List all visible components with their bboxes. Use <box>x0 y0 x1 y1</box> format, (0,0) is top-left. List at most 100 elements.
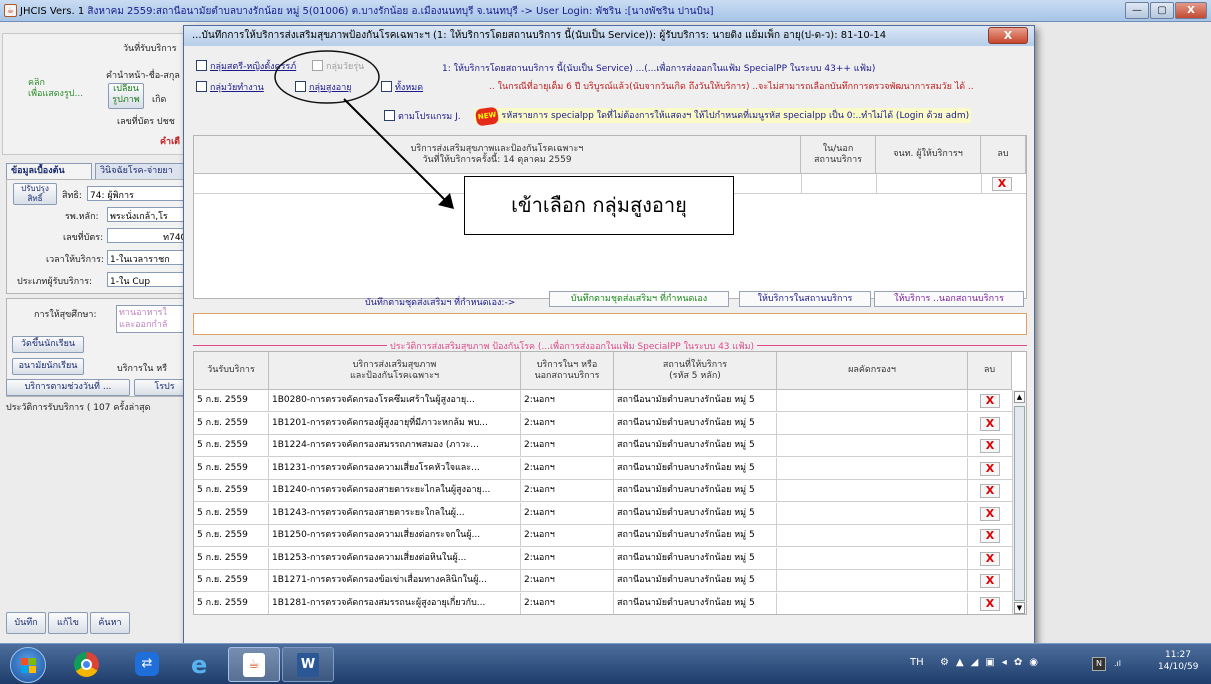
arrow-annotation <box>343 98 454 209</box>
main-close-button[interactable]: X <box>1175 2 1207 19</box>
delete-history-button[interactable]: X <box>980 484 1000 498</box>
cell-place: 2:นอกฯ <box>521 480 614 501</box>
cell-location: สถานีอนามัยตำบลบางรักน้อย หมู่ 5 <box>614 390 777 411</box>
history-row[interactable]: 5 ก.ย. 2559 1B1231-การตรวจคัดกรองความเสี่… <box>194 457 1012 480</box>
history-row[interactable]: 5 ก.ย. 2559 1B1250-การตรวจคัดกรองความเสี่… <box>194 525 1012 547</box>
windows-logo-icon <box>29 666 36 673</box>
specialpp-code-note: NEW รหัสรายการ specialpp ใดที่ไม่ต้องการใ… <box>474 106 972 127</box>
tab-diagnosis[interactable]: วินิจฉัยโรค-จ่ายยา <box>95 163 195 179</box>
cell-place: 2:นอกฯ <box>521 570 614 591</box>
search-button[interactable]: ค้นหา <box>90 612 130 634</box>
update-rights-button[interactable]: ปรับปรุง สิทธิ์ <box>13 183 57 205</box>
main-hospital-field[interactable]: พระนั่งเกล้า,โร <box>107 207 195 222</box>
checkbox-working-age[interactable]: กลุ่มวัยทำงาน <box>196 81 264 95</box>
cell-service: 1B1201-การตรวจคัดกรองผู้สูงอายุที่มีภาวะ… <box>269 412 521 434</box>
history-col-place: บริการในฯ หรือ นอกสถานบริการ <box>521 352 614 390</box>
rights-label: สิทธิ: <box>62 191 82 201</box>
history-row[interactable]: 5 ก.ย. 2559 1B1201-การตรวจคัดกรองผู้สูงอา… <box>194 412 1012 435</box>
history-row[interactable]: 5 ก.ย. 2559 1B0280-การตรวจคัดกรองโรคซึมเศ… <box>194 390 1012 412</box>
col-header-service: บริการส่งเสริมสุขภาพและป้องกันโรคเฉพาะฯ … <box>194 136 801 174</box>
language-indicator[interactable]: TH <box>910 657 924 668</box>
scroll-thumb[interactable] <box>1014 406 1025 601</box>
delete-history-button[interactable]: X <box>980 551 1000 566</box>
patient-type-field[interactable]: 1-ใน Cup <box>107 272 195 287</box>
age-warning-note: .. ในกรณีที่อายุเต็ม 6 ปี บริบูรณ์แล้ว(น… <box>489 82 974 92</box>
in-facility-button[interactable]: ให้บริการในสถานบริการ <box>739 291 871 307</box>
history-row[interactable]: 5 ก.ย. 2559 1B1253-การตรวจคัดกรองความเสี่… <box>194 547 1012 570</box>
rights-field[interactable]: 74: ผู้พิการ <box>87 186 195 201</box>
health-ed-label: การให้สุขศึกษา: <box>34 310 97 320</box>
cell-service: 1B1253-การตรวจคัดกรองความเสี่ยงต่อหินในผ… <box>269 547 521 569</box>
delete-history-button[interactable]: X <box>980 529 1000 543</box>
cell-place: 2:นอกฯ <box>521 592 614 614</box>
windows-taskbar: ⇄ e ☕ W TH ⚙▲◢▣◂✿◉ N .ıl 11:27 14/10/59 <box>0 643 1211 684</box>
checkbox-all[interactable]: ทั้งหมด <box>381 81 423 95</box>
dialog-close-button[interactable]: X <box>988 27 1028 44</box>
chrome-icon[interactable] <box>62 647 114 682</box>
signal-icon: .ıl <box>1114 659 1121 668</box>
measure-students-button[interactable]: วัดขึ้นนักเรียน <box>12 336 84 353</box>
service-time-field[interactable]: 1-ในเวลาราชก <box>107 250 195 265</box>
teamviewer-icon[interactable]: ⇄ <box>122 647 174 682</box>
clock[interactable]: 11:27 14/10/59 <box>1158 649 1198 673</box>
custom-set-button[interactable]: บันทึกตามชุดส่งเสริมฯ ที่กำหนดเอง <box>549 291 729 307</box>
cell-date: 5 ก.ย. 2559 <box>194 390 269 411</box>
change-photo-button[interactable]: เปลี่ยน รูปภาพ <box>108 83 144 109</box>
edit-button[interactable]: แก้ไข <box>48 612 88 634</box>
cell-date: 5 ก.ย. 2559 <box>194 547 269 569</box>
cell-location: สถานีอนามัยตำบลบางรักน้อย หมู่ 5 <box>614 457 777 479</box>
orange-info-box <box>193 313 1027 335</box>
cell-date: 5 ก.ย. 2559 <box>194 457 269 479</box>
main-title-text: JHCIS Vers. 1 สิงหาคม 2559:สถานีอนามัยตำ… <box>20 6 714 17</box>
school-health-button[interactable]: อนามัยนักเรียน <box>12 358 84 375</box>
outside-facility-button[interactable]: ให้บริการ ..นอกสถานบริการ <box>874 291 1024 307</box>
minimize-button[interactable]: — <box>1125 2 1149 19</box>
history-row[interactable]: 5 ก.ย. 2559 1B1240-การตรวจคัดกรองสายตาระย… <box>194 480 1012 502</box>
tray-icons[interactable]: ⚙▲◢▣◂✿◉ <box>940 657 1045 668</box>
history-row[interactable]: 5 ก.ย. 2559 1B1224-การตรวจคัดกรองสมรรถภาพ… <box>194 435 1012 457</box>
cell-date: 5 ก.ย. 2559 <box>194 525 269 546</box>
cell-place: 2:นอกฯ <box>521 412 614 434</box>
delete-history-button[interactable]: X <box>980 394 1000 408</box>
click-photo-text[interactable]: คลิ๊ก เพื่อแสดงรูป... <box>28 78 88 100</box>
ie-icon[interactable]: e <box>178 647 230 682</box>
card-number-field[interactable]: ท7400 <box>107 228 195 243</box>
history-row[interactable]: 5 ก.ย. 2559 1B1271-การตรวจคัดกรองข้อเข่าเ… <box>194 570 1012 592</box>
start-button-icon[interactable] <box>10 647 46 683</box>
delete-history-button[interactable]: X <box>980 574 1000 588</box>
cell-location: สถานีอนามัยตำบลบางรักน้อย หมู่ 5 <box>614 502 777 524</box>
cell-result <box>777 390 968 411</box>
history-row[interactable]: 5 ก.ย. 2559 1B1281-การตรวจคัดกรองสมรรถนะผ… <box>194 592 1012 614</box>
checkbox-box[interactable] <box>381 81 392 92</box>
word-icon[interactable]: W <box>282 647 334 682</box>
delete-history-button[interactable]: X <box>980 439 1000 453</box>
cell-result <box>777 570 968 591</box>
cell-service: 1B0280-การตรวจคัดกรองโรคซึมเศร้าในผู้สูง… <box>269 390 521 411</box>
onenote-icon[interactable]: N <box>1092 657 1106 671</box>
dialog-title-bar: ...บันทึกการให้บริการส่งเสริมสุขภาพป้องก… <box>184 26 1034 46</box>
delete-history-button[interactable]: X <box>980 506 1000 521</box>
history-table: วันรับบริการ บริการส่งเสริมสุขภาพ และป้อ… <box>193 351 1027 615</box>
clock-date: 14/10/59 <box>1158 662 1199 672</box>
follow-up-button[interactable]: บริการตามช่วงวันที่ ... <box>6 379 130 396</box>
name-label: คำนำหน้า-ชื่อ-สกุล <box>106 71 180 81</box>
cell-result <box>777 502 968 524</box>
maximize-button[interactable]: ▢ <box>1150 2 1174 19</box>
history-scrollbar[interactable]: ▲ ▼ <box>1012 390 1026 614</box>
scroll-down-icon[interactable]: ▼ <box>1014 602 1025 614</box>
java-app-taskbar-icon[interactable]: ☕ <box>228 647 280 682</box>
cell-date: 5 ก.ย. 2559 <box>194 412 269 434</box>
save-button[interactable]: บันทึก <box>6 612 46 634</box>
divider <box>801 174 802 194</box>
delete-history-button[interactable]: X <box>980 461 1000 476</box>
delete-history-button[interactable]: X <box>980 416 1000 431</box>
delete-history-button[interactable]: X <box>980 596 1000 611</box>
cell-service: 1B1231-การตรวจคัดกรองความเสี่ยงโรคหัวใจแ… <box>269 457 521 479</box>
checkbox-box[interactable] <box>196 60 207 71</box>
history-row[interactable]: 5 ก.ย. 2559 1B1243-การตรวจคัดกรองสายตาระย… <box>194 502 1012 525</box>
tab-basic-info[interactable]: ข้อมูลเบื้องต้น <box>6 163 92 179</box>
checkbox-box[interactable] <box>196 81 207 92</box>
card-number-label: เลขที่บัตร: <box>63 233 104 243</box>
scroll-up-icon[interactable]: ▲ <box>1014 391 1025 403</box>
delete-row-button[interactable]: X <box>992 177 1012 191</box>
